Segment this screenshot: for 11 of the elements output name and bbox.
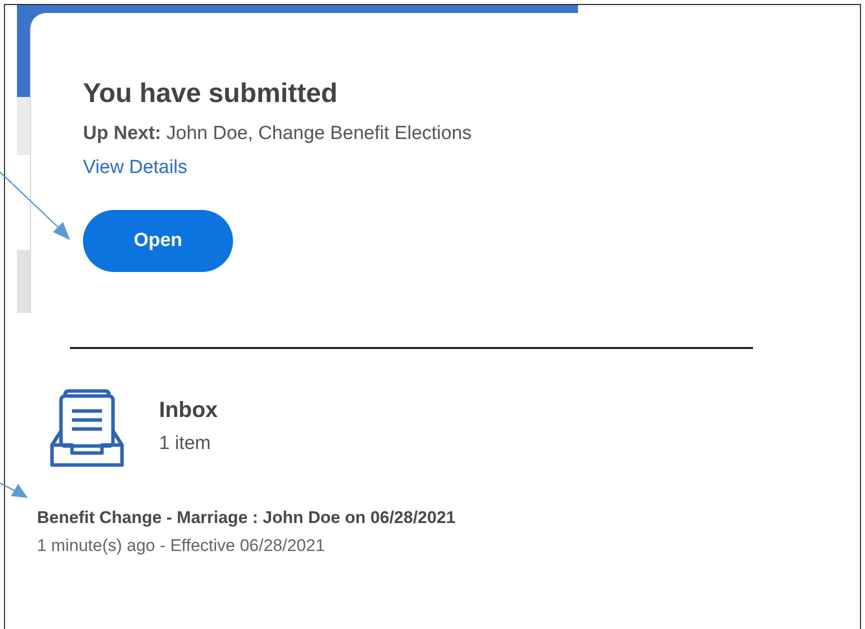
item-count: 1 item [159,432,212,456]
annotation-arrow [0,172,70,240]
view-details-link[interactable]: View Details [83,156,188,180]
inbox-title: Inbox [159,397,218,423]
inbox-item-title[interactable]: Benefit Change - Marriage : John Doe on 06/28/2021 [37,507,865,529]
inbox-item-meta: 1 minute(s) ago - Effective 06/28/2021 [37,535,326,557]
card-title: You have submitted [83,77,339,110]
up-next-text: Up Next: John Doe, Change Benefit Elections [83,122,473,146]
annotation-arrow [0,482,28,498]
open-button[interactable]: Open [83,210,233,272]
inbox-icon [50,389,124,469]
